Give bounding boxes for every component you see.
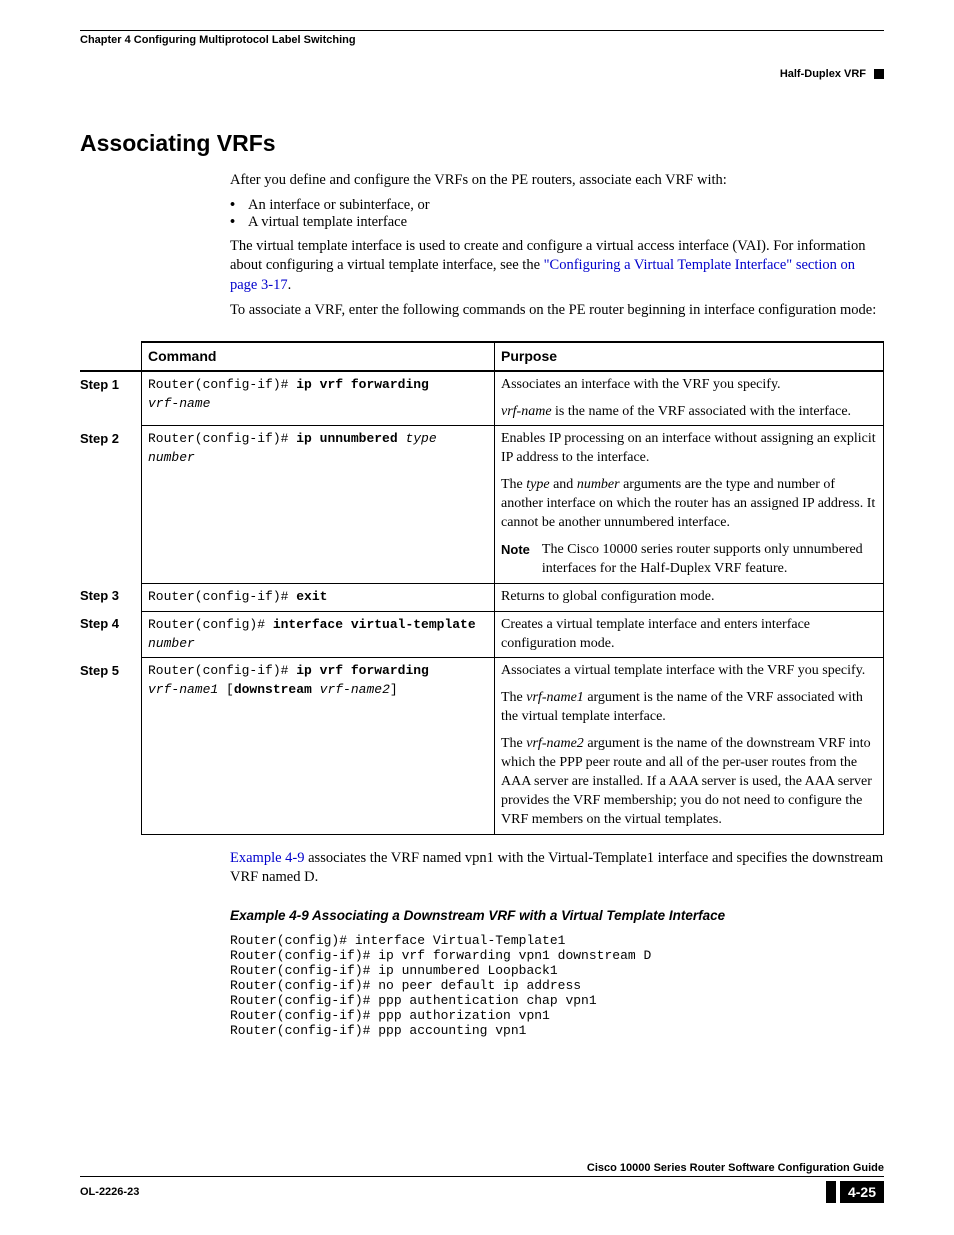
text-span: The [501,477,526,492]
command-cell: Router(config-if)# ip unnumbered type nu… [142,426,495,583]
purpose-text: vrf-name is the name of the VRF associat… [501,403,877,422]
command-cell: Router(config)# interface virtual-templa… [142,611,495,658]
intro-block: After you define and configure the VRFs … [230,171,884,321]
purpose-text: The vrf-name2 argument is the name of th… [501,735,877,829]
table-row: Step 5 Router(config-if)# ip vrf forward… [80,658,884,834]
arg-name: vrf-name1 [526,690,584,705]
cmd-keyword: ip unnumbered [296,431,397,446]
table-row: Step 1 Router(config-if)# ip vrf forward… [80,371,884,426]
section-heading: Associating VRFs [80,130,884,157]
command-cell: Router(config-if)# exit [142,583,495,611]
note-label: Note [501,541,530,579]
text-span: The [501,736,526,751]
cmd-arg: number [148,636,195,651]
purpose-cell: Associates a virtual template interface … [495,658,884,834]
cmd-prefix: Router(config-if)# [148,431,296,446]
arg-name: vrf-name2 [526,736,584,751]
step-label: Step 4 [80,611,142,658]
step-header [80,342,142,371]
after-table-block: Example 4-9 associates the VRF named vpn… [230,849,884,1038]
cmd-keyword: ip vrf forwarding [296,663,429,678]
purpose-header: Purpose [495,342,884,371]
text-span: The [501,690,526,705]
cmd-prefix: Router(config-if)# [148,589,296,604]
top-rule [80,30,884,31]
purpose-cell: Associates an interface with the VRF you… [495,371,884,426]
step-label: Step 3 [80,583,142,611]
table-row: Step 4 Router(config)# interface virtual… [80,611,884,658]
page-number: 4-25 [840,1181,884,1203]
command-header: Command [142,342,495,371]
text-span: . [288,277,292,293]
example-title: Example 4-9 Associating a Downstream VRF… [230,908,884,923]
paragraph: To associate a VRF, enter the following … [230,301,884,321]
arg-name: number [577,477,620,492]
purpose-cell: Enables IP processing on an interface wi… [495,426,884,583]
table-row: Step 2 Router(config-if)# ip unnumbered … [80,426,884,583]
command-cell: Router(config-if)# ip vrf forwarding vrf-… [142,658,495,834]
purpose-text: The vrf-name1 argument is the name of th… [501,689,877,727]
section-label: Half-Duplex VRF [780,68,866,80]
xref-link[interactable]: Example 4-9 [230,850,305,866]
cmd-prefix: Router(config-if)# [148,377,296,392]
text-span: associates the VRF named vpn1 with the V… [230,850,883,886]
cmd-prefix: Router(config-if)# [148,663,296,678]
cmd-keyword: interface virtual-template [273,617,476,632]
cmd-prefix: Router(config)# [148,617,273,632]
cmd-arg: vrf-name [148,396,210,411]
paragraph: The virtual template interface is used t… [230,237,884,296]
footer-rule [80,1176,884,1177]
book-title: Cisco 10000 Series Router Software Confi… [80,1162,884,1174]
text-span: and [550,477,577,492]
cmd-keyword: downstream [234,682,312,697]
step-label: Step 2 [80,426,142,583]
purpose-text: The type and number arguments are the ty… [501,476,877,533]
bullet-list: An interface or subinterface, or A virtu… [230,197,884,231]
arg-name: vrf-name [501,404,552,419]
purpose-cell: Returns to global configuration mode. [495,583,884,611]
list-item: A virtual template interface [248,214,884,231]
page-footer: Cisco 10000 Series Router Software Confi… [80,1162,884,1203]
purpose-text: Associates a virtual template interface … [501,662,877,681]
command-table: Command Purpose Step 1 Router(config-if)… [80,341,884,835]
purpose-cell: Creates a virtual template interface and… [495,611,884,658]
intro-paragraph: After you define and configure the VRFs … [230,171,884,191]
cmd-arg: vrf-name2 [320,682,390,697]
page-header: Chapter 4 Configuring Multiprotocol Labe… [80,34,884,46]
table-row: Step 3 Router(config-if)# exit Returns t… [80,583,884,611]
cmd-keyword: exit [296,589,327,604]
cmd-keyword: ip vrf forwarding [296,377,429,392]
header-marker-icon [874,69,884,79]
step-label: Step 1 [80,371,142,426]
text-span: is the name of the VRF associated with t… [552,404,852,419]
arg-name: type [526,477,549,492]
purpose-text: Associates an interface with the VRF you… [501,376,877,395]
paragraph: Example 4-9 associates the VRF named vpn… [230,849,884,888]
list-item: An interface or subinterface, or [248,197,884,214]
note-text: The Cisco 10000 series router supports o… [542,541,877,579]
page-number-badge: 4-25 [826,1181,884,1203]
step-label: Step 5 [80,658,142,834]
chapter-label: Chapter 4 Configuring Multiprotocol Labe… [80,34,356,46]
doc-id: OL-2226-23 [80,1186,139,1198]
cmd-arg: vrf-name1 [148,682,218,697]
code-block: Router(config)# interface Virtual-Templa… [230,933,884,1038]
command-cell: Router(config-if)# ip vrf forwarding vrf-… [142,371,495,426]
header-right: Half-Duplex VRF [780,68,884,80]
badge-marker-icon [826,1181,836,1203]
purpose-text: Enables IP processing on an interface wi… [501,430,877,468]
note-block: Note The Cisco 10000 series router suppo… [501,541,877,579]
